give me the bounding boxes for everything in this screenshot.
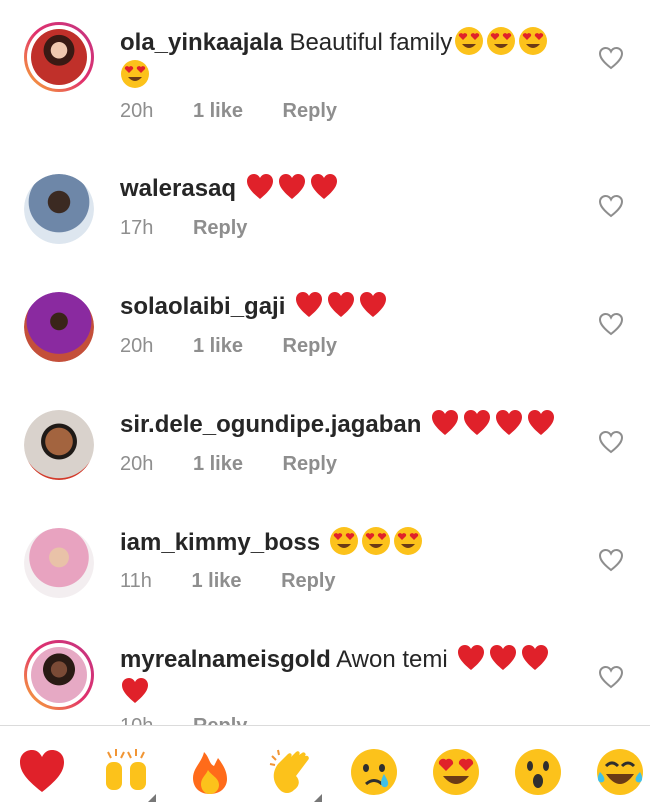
red-heart-emoji-icon: [456, 643, 486, 673]
like-heart-icon[interactable]: [598, 194, 624, 218]
comment-time: 20h: [120, 335, 154, 357]
like-heart-icon[interactable]: [598, 665, 624, 689]
red-heart-emoji-icon: [358, 290, 388, 320]
like-heart-icon[interactable]: [598, 548, 624, 572]
comment-username[interactable]: iam_kimmy_boss: [120, 529, 320, 556]
comment-text: Awon temi: [336, 646, 448, 673]
comment-line: ola_yinkaajala Beautiful family: [120, 26, 580, 92]
quick-reactions-bar: [0, 726, 650, 803]
reply-button[interactable]: Reply: [193, 715, 247, 725]
comment-text: Beautiful family: [289, 29, 453, 56]
comment-time: 20h: [120, 100, 154, 122]
red-heart-emoji-icon: [488, 643, 518, 673]
comment-time: 20h: [120, 453, 154, 475]
comment-meta: 17h Reply: [120, 217, 281, 240]
comments-list: ola_yinkaajala Beautiful family 20h 1 li…: [0, 0, 650, 725]
red-heart-emoji-icon: [277, 172, 307, 202]
likes-count[interactable]: 1 like: [191, 570, 241, 592]
variant-indicator-icon: [148, 794, 156, 802]
comment-line: solaolaibi_gaji: [120, 290, 580, 323]
heart-eyes-emoji-icon: [454, 26, 484, 56]
avatar[interactable]: [24, 410, 94, 480]
fire-reaction-icon[interactable]: [184, 746, 236, 798]
reply-button[interactable]: Reply: [283, 100, 337, 122]
comment-username[interactable]: sir.dele_ogundipe.jagaban: [120, 411, 421, 438]
comment-username[interactable]: ola_yinkaajala: [120, 29, 283, 56]
comment-line: iam_kimmy_boss: [120, 526, 580, 559]
likes-count[interactable]: 1 like: [193, 335, 243, 357]
comment-meta: 20h 1 like Reply: [120, 335, 371, 358]
astonished-face-reaction-icon[interactable]: [512, 746, 564, 798]
reply-button[interactable]: Reply: [281, 570, 335, 592]
red-heart-emoji-icon: [494, 408, 524, 438]
red-heart-reaction-icon[interactable]: [16, 746, 68, 798]
red-heart-emoji-icon: [526, 408, 556, 438]
red-heart-emoji-icon: [245, 172, 275, 202]
comment-line: walerasaq: [120, 172, 580, 205]
comment-line: myrealnameisgold Awon temi: [120, 643, 580, 709]
reply-button[interactable]: Reply: [193, 217, 247, 239]
comment-username[interactable]: solaolaibi_gaji: [120, 293, 285, 320]
clapping-hands-reaction-icon[interactable]: [266, 746, 322, 802]
avatar[interactable]: [24, 174, 94, 244]
tears-of-joy-reaction-icon[interactable]: [594, 746, 646, 798]
red-heart-emoji-icon: [309, 172, 339, 202]
reply-button[interactable]: Reply: [283, 453, 337, 475]
heart-eyes-emoji-icon: [329, 526, 359, 556]
like-heart-icon[interactable]: [598, 312, 624, 336]
avatar[interactable]: [24, 292, 94, 362]
avatar[interactable]: [24, 640, 94, 710]
comment-time: 11h: [120, 570, 152, 592]
red-heart-emoji-icon: [520, 643, 550, 673]
likes-count[interactable]: 1 like: [193, 453, 243, 475]
heart-eyes-emoji-icon: [120, 59, 150, 89]
red-heart-emoji-icon: [326, 290, 356, 320]
red-heart-emoji-icon: [294, 290, 324, 320]
like-heart-icon[interactable]: [598, 46, 624, 70]
red-heart-emoji-icon: [430, 408, 460, 438]
comment-line: sir.dele_ogundipe.jagaban: [120, 408, 580, 441]
comment-username[interactable]: myrealnameisgold: [120, 646, 331, 673]
comment-meta: 10h Reply: [120, 715, 281, 725]
heart-eyes-emoji-icon: [361, 526, 391, 556]
red-heart-emoji-icon: [120, 676, 150, 706]
comment-meta: 11h 1 like Reply: [120, 570, 370, 593]
avatar[interactable]: [24, 22, 94, 92]
variant-indicator-icon: [314, 794, 322, 802]
heart-eyes-emoji-icon: [393, 526, 423, 556]
likes-count[interactable]: 1 like: [193, 100, 243, 122]
heart-eyes-emoji-icon: [486, 26, 516, 56]
comment-meta: 20h 1 like Reply: [120, 100, 371, 123]
comment-username[interactable]: walerasaq: [120, 175, 236, 202]
heart-eyes-emoji-icon: [518, 26, 548, 56]
like-heart-icon[interactable]: [598, 430, 624, 454]
comment-time: 17h: [120, 217, 154, 239]
red-heart-emoji-icon: [462, 408, 492, 438]
heart-eyes-reaction-icon[interactable]: [430, 746, 482, 798]
crying-face-reaction-icon[interactable]: [348, 746, 400, 798]
reply-button[interactable]: Reply: [283, 335, 337, 357]
comment-time: 10h: [120, 715, 153, 725]
raising-hands-reaction-icon[interactable]: [100, 746, 156, 802]
avatar[interactable]: [24, 528, 94, 598]
comment-meta: 20h 1 like Reply: [120, 453, 371, 476]
